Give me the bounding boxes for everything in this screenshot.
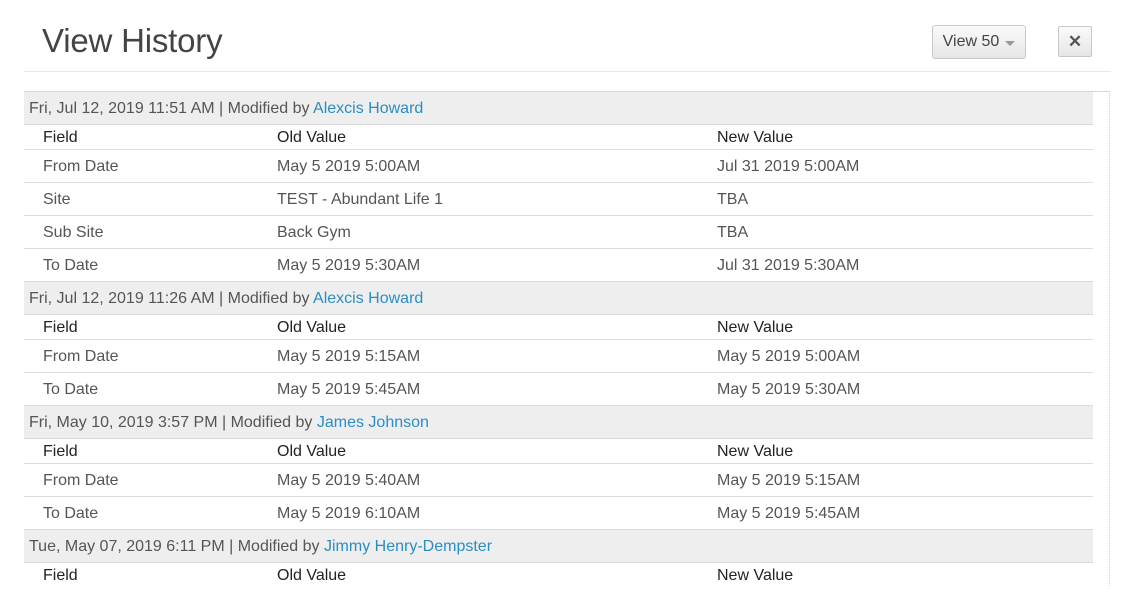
table-row: Site TEST - Abundant Life 1 TBA [24,183,1093,216]
old-value: May 5 2019 5:00AM [277,158,421,175]
column-header-field: Field [43,443,78,460]
new-value: Jul 31 2019 5:00AM [717,158,860,175]
old-value: May 5 2019 5:45AM [277,381,421,398]
old-value: Back Gym [277,224,351,241]
modified-by-user-link[interactable]: Alexcis Howard [313,100,423,117]
new-value: May 5 2019 5:45AM [717,505,861,522]
modified-by-user-link[interactable]: James Johnson [317,414,429,431]
old-value: May 5 2019 5:15AM [277,348,421,365]
new-value: TBA [717,224,749,241]
field-name: Site [43,191,71,208]
history-group-header: Fri, Jul 12, 2019 11:26 AM | Modified by… [24,282,1093,315]
old-value: TEST - Abundant Life 1 [277,191,444,208]
group-timestamp: Fri, Jul 12, 2019 11:51 AM [29,100,215,117]
column-header-new-value: New Value [717,443,794,460]
column-header-row: Field Old Value New Value [24,563,1093,586]
modified-by-label: Modified by [230,414,313,431]
old-value: May 5 2019 6:10AM [277,505,421,522]
modified-by-label: Modified by [227,290,310,307]
column-header-new-value: New Value [717,319,794,336]
modified-by-user-link[interactable]: Alexcis Howard [313,290,423,307]
column-header-new-value: New Value [717,129,794,146]
field-name: From Date [43,158,119,175]
history-group-header: Fri, Jul 12, 2019 11:51 AM | Modified by… [24,92,1093,125]
separator: | [214,100,228,117]
table-row: To Date May 5 2019 5:45AM May 5 2019 5:30A… [24,373,1093,406]
view-count-dropdown[interactable]: View 50 [932,25,1026,59]
table-row: Sub Site Back Gym TBA [24,216,1093,249]
field-name: From Date [43,472,119,489]
table-row: To Date May 5 2019 5:30AM Jul 31 2019 5:30… [24,249,1093,282]
old-value: May 5 2019 5:40AM [277,472,421,489]
new-value: May 5 2019 5:00AM [717,348,861,365]
column-header-field: Field [43,567,78,584]
modified-by-user-link[interactable]: Jimmy Henry-Dempster [324,538,492,555]
new-value: May 5 2019 5:30AM [717,381,861,398]
view-history-modal: View History View 50 ✕ Fri, Jul 12, 2019… [0,0,1126,603]
group-timestamp: Fri, Jul 12, 2019 11:26 AM [29,290,215,307]
new-value: TBA [717,191,749,208]
field-name: To Date [43,381,99,398]
table-row: From Date May 5 2019 5:15AM May 5 2019 5:0… [24,340,1093,373]
column-header-field: Field [43,319,78,336]
old-value: May 5 2019 5:30AM [277,257,421,274]
history-scroll-area[interactable]: Fri, Jul 12, 2019 11:51 AM | Modified by… [24,91,1110,586]
separator: | [214,290,228,307]
new-value: Jul 31 2019 5:30AM [717,257,860,274]
modified-by-label: Modified by [237,538,320,555]
column-header-old-value: Old Value [277,567,347,584]
separator: | [217,414,231,431]
modal-header: View History View 50 ✕ [24,0,1111,72]
column-header-field: Field [43,129,78,146]
group-timestamp: Fri, May 10, 2019 3:57 PM [29,414,218,431]
history-group-header: Fri, May 10, 2019 3:57 PM | Modified by … [24,406,1093,439]
group-timestamp: Tue, May 07, 2019 6:11 PM [29,538,225,555]
table-row: From Date May 5 2019 5:00AM Jul 31 2019 5:… [24,150,1093,183]
close-button[interactable]: ✕ [1058,26,1092,57]
modified-by-label: Modified by [227,100,310,117]
page-title: View History [42,22,223,59]
column-header-row: Field Old Value New Value [24,125,1093,150]
field-name: To Date [43,505,99,522]
field-name: From Date [43,348,119,365]
separator: | [224,538,238,555]
new-value: May 5 2019 5:15AM [717,472,861,489]
column-header-old-value: Old Value [277,319,347,336]
history-group-header: Tue, May 07, 2019 6:11 PM | Modified by … [24,530,1093,563]
table-row: To Date May 5 2019 6:10AM May 5 2019 5:45A… [24,497,1093,530]
column-header-old-value: Old Value [277,129,347,146]
column-header-new-value: New Value [717,567,794,584]
column-header-old-value: Old Value [277,443,347,460]
field-name: Sub Site [43,224,104,241]
field-name: To Date [43,257,99,274]
history-list: Fri, Jul 12, 2019 11:51 AM | Modified by… [24,92,1093,586]
table-row: From Date May 5 2019 5:40AM May 5 2019 5:1… [24,464,1093,497]
close-icon: ✕ [1067,31,1083,51]
view-count-label: View 50 [942,33,1000,50]
chevron-down-icon [1005,40,1016,46]
column-header-row: Field Old Value New Value [24,315,1093,340]
column-header-row: Field Old Value New Value [24,439,1093,464]
